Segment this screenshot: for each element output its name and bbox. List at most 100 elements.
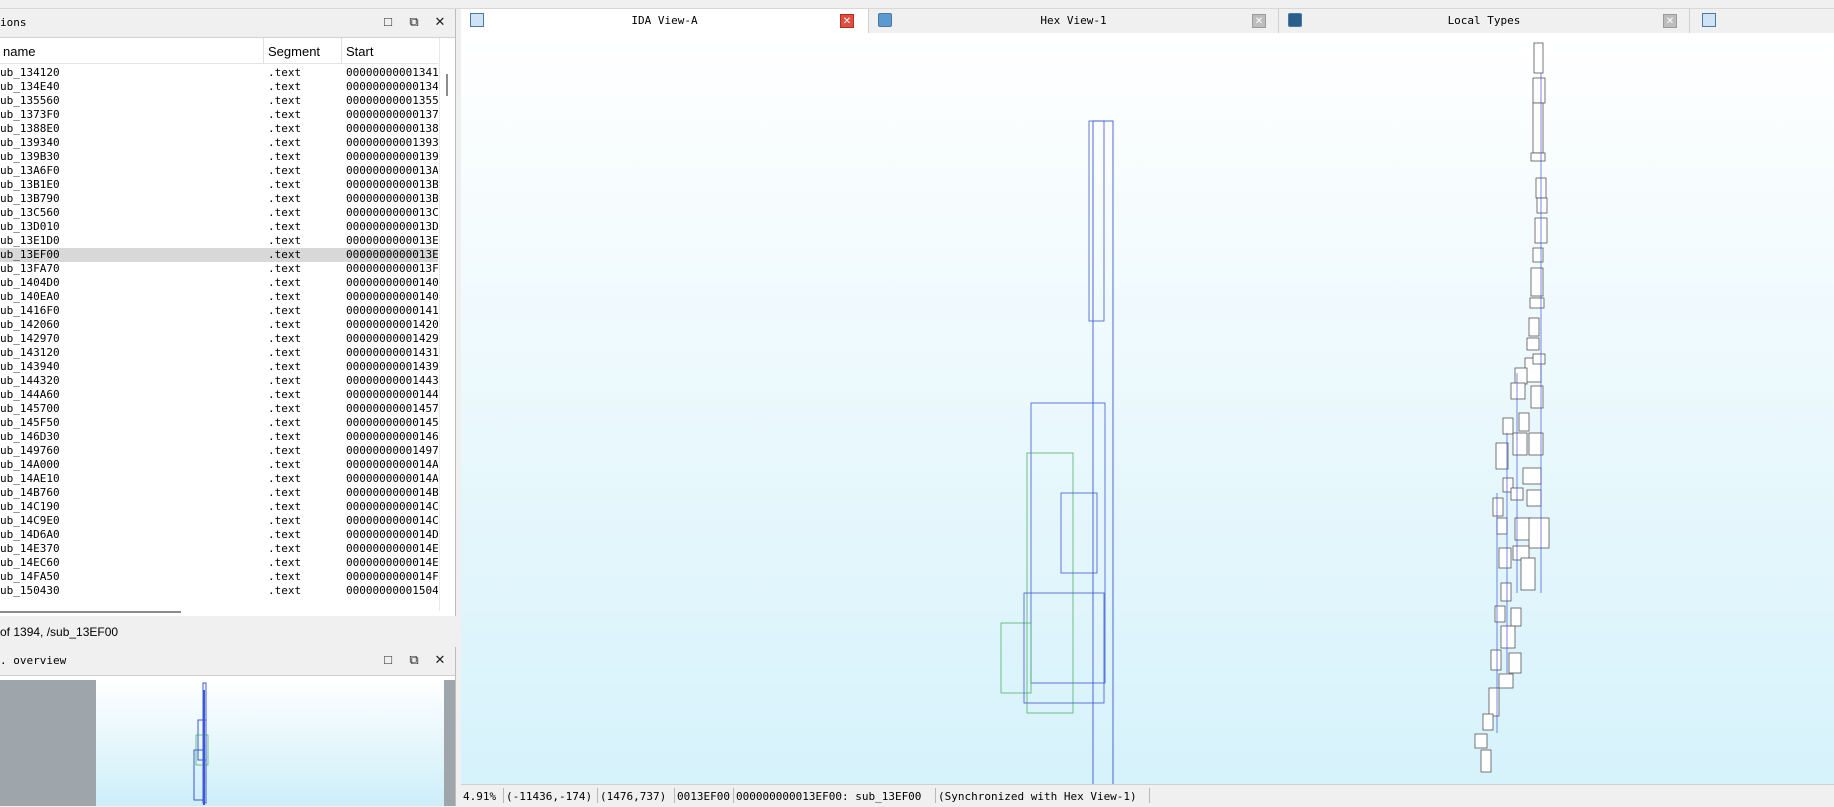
table-row[interactable]: ub_13A6F0 .text 0000000000013A6F	[0, 164, 438, 178]
graph-node[interactable]	[1514, 517, 1532, 541]
graph-node[interactable]	[1510, 607, 1522, 627]
graph-node[interactable]	[1532, 247, 1544, 263]
table-row[interactable]: ub_149760 .text 000000000014976	[0, 444, 438, 458]
table-row[interactable]: ub_1373F0 .text 00000000000137 3F	[0, 108, 438, 122]
graph-node[interactable]	[1526, 489, 1542, 507]
graph-node[interactable]	[1532, 353, 1546, 365]
graph-node[interactable]	[1500, 582, 1512, 602]
table-row[interactable]: ub_144320 .text 000000000014432	[0, 374, 438, 388]
graph-node[interactable]	[1536, 197, 1548, 214]
graph-node[interactable]	[1498, 673, 1514, 689]
table-row[interactable]: ub_145F50 .text 00000000000145F5	[0, 416, 438, 430]
graph-node[interactable]	[1532, 102, 1544, 154]
graph-node[interactable]	[1026, 452, 1074, 714]
maximize-icon[interactable]: □	[380, 652, 396, 668]
column-divider[interactable]	[341, 38, 342, 63]
tab-close-icon[interactable]: ✕	[1663, 14, 1677, 28]
table-row[interactable]: ub_13E1D0 .text 0000000000013E1D	[0, 234, 438, 248]
graph-node[interactable]	[1502, 417, 1514, 435]
graph-node[interactable]	[1498, 547, 1512, 569]
table-row[interactable]: ub_142060 .text 000000000014206	[0, 318, 438, 332]
table-row[interactable]: ub_14E370 .text 0000000000014E37	[0, 542, 438, 556]
graph-node[interactable]	[1088, 120, 1105, 322]
tab-extra[interactable]	[1690, 9, 1730, 33]
table-row[interactable]: ub_134E40 .text 00000000000134E4	[0, 80, 438, 94]
table-row[interactable]: ub_143120 .text 000000000014312	[0, 346, 438, 360]
table-row[interactable]: ub_14EC60 .text 0000000000014EC6	[0, 556, 438, 570]
table-row[interactable]: ub_14A000 .text 0000000000014A00	[0, 458, 438, 472]
graph-node[interactable]	[1522, 467, 1542, 485]
graph-node[interactable]	[1528, 317, 1540, 337]
column-start[interactable]: Start	[346, 44, 373, 59]
column-divider[interactable]	[263, 38, 264, 63]
close-icon[interactable]: ✕	[432, 652, 448, 668]
tab-hex-view-1[interactable]: Hex View-1 ✕	[869, 9, 1279, 33]
graph-node[interactable]	[1510, 382, 1526, 400]
graph-node[interactable]	[1060, 492, 1098, 574]
table-row[interactable]: ub_139B30 .text 00000000000139B3	[0, 150, 438, 164]
graph-node[interactable]	[1495, 442, 1509, 470]
column-segment[interactable]: Segment	[268, 44, 320, 59]
table-row[interactable]: ub_14AE10 .text 0000000000014AE1	[0, 472, 438, 486]
graph-node[interactable]	[1490, 649, 1502, 671]
graph-node[interactable]	[1092, 120, 1114, 807]
table-row[interactable]: ub_145700 .text 000000000014570	[0, 402, 438, 416]
table-row[interactable]: ub_1388E0 .text 00000000000138 8E	[0, 122, 438, 136]
tab-close-icon[interactable]: ✕	[840, 14, 854, 28]
graph-node[interactable]	[1496, 517, 1508, 535]
graph-node[interactable]	[1520, 557, 1536, 591]
graph-node[interactable]	[1480, 749, 1492, 773]
graph-node[interactable]	[1532, 77, 1546, 104]
overview-canvas[interactable]	[0, 680, 455, 806]
table-row[interactable]: ub_14D6A0 .text 0000000000014D6A	[0, 528, 438, 542]
table-row[interactable]: ub_143940 .text 000000000014394	[0, 360, 438, 374]
float-icon[interactable]: ⧉	[406, 14, 422, 30]
table-row[interactable]: ub_135560 .text 000000000013556	[0, 94, 438, 108]
table-row[interactable]: ub_13B1E0 .text 0000000000013B1E	[0, 178, 438, 192]
graph-node[interactable]	[1526, 337, 1540, 351]
table-row[interactable]: ub_13FA70 .text 0000000000013FA7	[0, 262, 438, 276]
table-row[interactable]: ub_144A60 .text 00000000000144A6	[0, 388, 438, 402]
column-name[interactable]: name	[3, 44, 36, 59]
table-row[interactable]: ub_13C560 .text 0000000000013C56	[0, 206, 438, 220]
table-row[interactable]: ub_139340 .text 000000000013934	[0, 136, 438, 150]
graph-node[interactable]	[1000, 622, 1032, 694]
graph-node[interactable]	[1030, 402, 1106, 684]
table-row[interactable]: ub_14C190 .text 0000000000014C19	[0, 500, 438, 514]
table-row[interactable]: ub_14C9E0 .text 0000000000014C9E	[0, 514, 438, 528]
table-row[interactable]: ub_150430 .text 000000000015043	[0, 584, 438, 598]
tab-ida-view-a[interactable]: IDA View-A ✕	[461, 9, 869, 33]
table-row[interactable]: ub_14B760 .text 0000000000014B76	[0, 486, 438, 500]
graph-node[interactable]	[1474, 733, 1488, 749]
close-icon[interactable]: ✕	[432, 14, 448, 30]
table-row[interactable]: ub_134120 .text 000000000013412	[0, 66, 438, 80]
horizontal-scrollbar-thumb[interactable]	[0, 611, 181, 613]
table-row[interactable]: ub_1416F0 .text 00000000000141 6F	[0, 304, 438, 318]
graph-node[interactable]	[1528, 517, 1550, 549]
graph-node[interactable]	[1530, 152, 1546, 162]
scrollbar-thumb[interactable]	[446, 74, 448, 96]
float-icon[interactable]: ⧉	[406, 652, 422, 668]
graph-node[interactable]	[1488, 687, 1500, 717]
table-row[interactable]: ub_1404D0 .text 00000000000140 4D	[0, 276, 438, 290]
graph-node[interactable]	[1500, 625, 1516, 649]
vertical-scrollbar[interactable]	[439, 38, 455, 611]
table-row[interactable]: ub_140EA0 .text 00000000000140EA	[0, 290, 438, 304]
table-row[interactable]: ub_13D010 .text 0000000000013D01	[0, 220, 438, 234]
table-row[interactable]: ub_13B790 .text 0000000000013B79	[0, 192, 438, 206]
table-row[interactable]: ub_142970 .text 000000000014297	[0, 332, 438, 346]
table-row[interactable]: ub_13EF00 .text 0000000000013EF0	[0, 248, 438, 262]
graph-node[interactable]	[1508, 652, 1522, 674]
overview-scrollbar[interactable]	[444, 680, 455, 806]
graph-node[interactable]	[1482, 713, 1494, 731]
tab-close-icon[interactable]: ✕	[1252, 14, 1266, 28]
table-row[interactable]: ub_14FA50 .text 0000000000014FA5	[0, 570, 438, 584]
maximize-icon[interactable]: □	[380, 14, 396, 30]
graph-node[interactable]	[1023, 592, 1105, 704]
graph-node[interactable]	[1529, 297, 1545, 309]
graph-node[interactable]	[1494, 605, 1506, 623]
graph-node[interactable]	[1533, 42, 1544, 74]
tab-local-types[interactable]: Local Types ✕	[1279, 9, 1690, 33]
graph-node[interactable]	[1512, 432, 1528, 456]
graph-node[interactable]	[1518, 412, 1530, 432]
